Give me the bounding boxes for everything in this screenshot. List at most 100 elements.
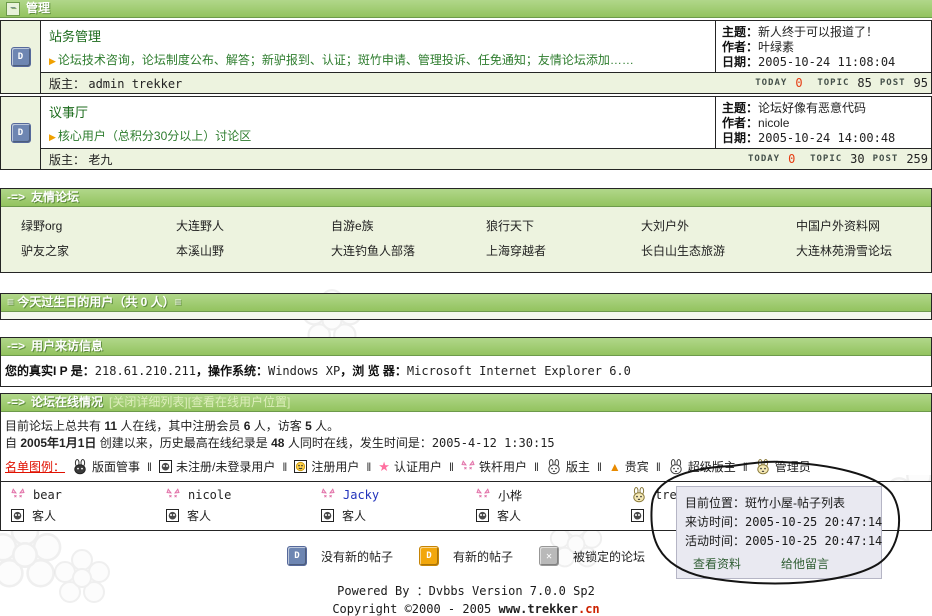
last-topic-link[interactable]: 新人终于可以报道了！ [758,25,878,39]
online-record-line: 自 2005年1月1日 创建以来，历史最高在线纪录是 48 人同时在线，发生时间… [5,436,927,451]
user-legend-row: 名单图例： 版面管事 ‖ 未注册/未登录用户 ‖ 注册用户 ‖ ★认证用户 ‖ … [5,458,927,475]
tooltip-active-time: 2005-10-25 20:47:14 [745,534,882,548]
face-pink-icon [321,488,335,502]
online-members: 6 [244,419,251,433]
star-pink-icon: ★ [378,460,390,473]
topic-count: 30 [850,152,864,166]
username-link[interactable]: bear [33,488,62,502]
no-new-posts-icon: D [11,123,31,143]
bunny-icon [546,459,562,475]
online-count-line: 目前论坛上总共有 11 人在线，其中注册会员 6 人，访客 5 人。 [5,419,927,434]
user-group: 客人 [497,507,521,524]
user-group: 客人 [187,507,211,524]
square-dark-icon [476,509,489,522]
friend-link[interactable]: 狼行天下 [466,217,621,234]
friend-link[interactable]: 驴友之家 [1,242,156,259]
bunny-icon [668,459,684,475]
x-gray-icon: ✕ [539,546,559,566]
square-dark-icon [321,509,334,522]
birthday-header: ≡ 今天过生日的用户（共 0 人）≡ [1,294,931,312]
last-author-link[interactable]: nicole [758,116,789,130]
bunny-yellow-icon [755,459,771,475]
os-value: Windows XP [268,364,340,378]
arrow-icon: ▶ [49,132,56,142]
friend-link[interactable]: 绿野org [1,217,156,234]
friend-forums-section: -=> 友情论坛 绿野org 大连野人 自游e族 狼行天下 大刘户外 中国户外资… [0,188,932,273]
square-smiley-icon [294,460,307,473]
browser-value: Microsoft Internet Explorer 6.0 [407,364,631,378]
category-title[interactable]: 管理 [26,0,50,17]
friend-forums-header: -=> 友情论坛 [1,189,931,207]
username-link[interactable]: nicole [188,488,231,502]
friend-link[interactable]: 中国户外资料网 [776,217,931,234]
send-message-link[interactable]: 给他留言 [781,555,829,572]
friend-link[interactable]: 大连林苑滑雪论坛 [776,242,931,259]
online-status-title: 论坛在线情况 [31,394,103,411]
online-guests: 5 [305,419,312,433]
square-dark-icon [159,460,172,473]
last-post-date: 2005-10-24 14:00:48 [758,131,895,145]
forum-status-cell: D [1,21,41,93]
friend-forums-title: 友情论坛 [31,189,79,206]
arrow-icon: ▶ [49,56,56,66]
square-dark-icon [166,509,179,522]
friend-link[interactable]: 大连野人 [156,217,311,234]
username-link[interactable]: 小桦 [498,487,522,504]
user-tooltip: 目前位置：斑竹小屋-帖子列表 来访时间：2005-10-25 20:47:14 … [676,486,882,579]
tooltip-location: 斑竹小屋-帖子列表 [745,496,845,510]
online-user-cell: nicole 客人 [156,487,311,523]
birthday-empty-row [1,312,931,319]
forum-moderator-row: 版主： admin trekker TODAY0 TOPIC85 POST95 [41,72,931,93]
friend-links-grid: 绿野org 大连野人 自游e族 狼行天下 大刘户外 中国户外资料网 驴友之家 本… [1,207,931,272]
forum-status-cell: D [1,97,41,169]
view-profile-link[interactable]: 查看资料 [693,555,741,572]
founding-date: 2005年1月1日 [20,436,96,450]
online-total: 11 [104,419,117,433]
forum-name-link[interactable]: 议事厅 [49,105,88,120]
face-pink-icon [461,460,475,474]
online-user-cell: Jacky 客人 [311,487,466,523]
footer: Powered By ：Dvbbs Version 7.0.0 Sp2 Copy… [0,582,932,616]
face-pink-icon [11,488,25,502]
username-link[interactable]: Jacky [343,488,379,502]
online-status-header: -=> 论坛在线情况 [关闭详细列表][查看在线用户位置] [1,394,931,412]
d-orange-icon: D [419,546,439,566]
online-status-body: 目前论坛上总共有 11 人在线，其中注册会员 6 人，访客 5 人。 自 200… [1,412,931,475]
category-header-bar: − 管理 [0,0,932,18]
friend-link[interactable]: 大刘户外 [621,217,776,234]
visitor-info-title: 用户来访信息 [31,338,103,355]
close-detail-list-link[interactable]: [关闭详细列表] [109,394,188,411]
friend-link[interactable]: 自游e族 [311,217,466,234]
forum-stats: TODAY0 TOPIC30 POST259 [748,152,929,166]
birthday-section: ≡ 今天过生日的用户（共 0 人）≡ [0,293,932,320]
last-topic-link[interactable]: 论坛好像有恶意代码 [758,101,866,115]
post-count: 95 [914,76,928,90]
online-user-cell: 小桦 客人 [466,487,621,523]
collapse-icon[interactable]: − [6,2,20,16]
bunny-dark-icon [72,459,88,475]
legend-title-link[interactable]: 名单图例： [5,458,65,475]
friend-link[interactable]: 本溪山野 [156,242,311,259]
friend-link[interactable]: 长白山生态旅游 [621,242,776,259]
site-link[interactable]: www.trekker [499,602,578,616]
friend-link[interactable]: 上海穿越者 [466,242,621,259]
face-pink-icon [166,488,180,502]
visitor-info-header: -=> 用户来访信息 [1,338,931,356]
forum-main-cell: 站务管理 ▶论坛技术咨询，论坛制度公布、解答；新驴报到、认证；斑竹申请、管理投诉… [41,21,715,72]
forum-lastpost-cell: 主题：新人终于可以报道了！ 作者：叶绿素 日期：2005-10-24 11:08… [715,21,931,72]
forum-lastpost-cell: 主题：论坛好像有恶意代码 作者：nicole 日期：2005-10-24 14:… [715,97,931,148]
forum-moderator-row: 版主： 老九 TODAY0 TOPIC30 POST259 [41,148,931,169]
last-author-link[interactable]: 叶绿素 [758,40,794,54]
moderator-link[interactable]: 老九 [88,153,112,167]
last-post-date: 2005-10-24 11:08:04 [758,55,895,69]
today-count: 0 [788,152,802,166]
user-group: 客人 [342,507,366,524]
bunny-yellow-icon [631,487,647,503]
forum-name-link[interactable]: 站务管理 [49,29,101,44]
online-user-cell: bear 客人 [1,487,156,523]
view-user-position-link[interactable]: [查看在线用户位置] [188,394,291,411]
friend-link[interactable]: 大连钓鱼人部落 [311,242,466,259]
moderator-link[interactable]: admin trekker [88,77,182,91]
forum-main-cell: 议事厅 ▶核心用户（总积分30分以上）讨论区 [41,97,715,148]
forum-row-site-admin: D 站务管理 ▶论坛技术咨询，论坛制度公布、解答；新驴报到、认证；斑竹申请、管理… [0,20,932,94]
